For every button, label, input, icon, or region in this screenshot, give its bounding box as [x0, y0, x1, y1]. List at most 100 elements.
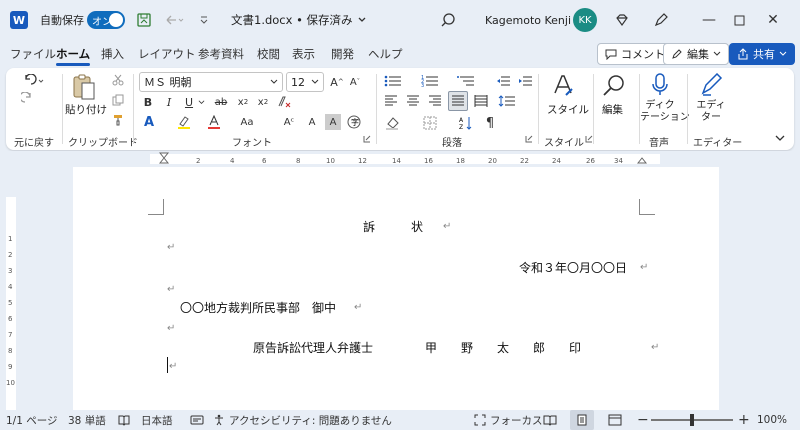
focus-button[interactable]: フォーカス: [474, 410, 543, 430]
font-color-icon[interactable]: [206, 114, 222, 130]
tab-review[interactable]: 校閲: [257, 40, 280, 68]
bold-icon[interactable]: B: [141, 94, 155, 110]
shrink-font-icon[interactable]: Aˇ: [347, 72, 363, 92]
redo-button[interactable]: [18, 90, 38, 108]
enclosed-char-icon[interactable]: 字: [346, 114, 362, 130]
edit-group-button[interactable]: 編集: [602, 102, 623, 117]
document-page[interactable]: 訴 状 ↵ ↵ 令和３年〇月〇〇日 ↵ ↵ 〇〇地方裁判所民事部 御中 ↵ ↵ …: [73, 167, 719, 410]
document-addressee[interactable]: 〇〇地方裁判所民事部 御中: [180, 299, 336, 316]
tab-layout[interactable]: レイアウト: [138, 40, 196, 68]
tab-help[interactable]: ヘルプ: [368, 40, 403, 68]
close-button[interactable]: ✕: [758, 0, 788, 40]
change-case-icon[interactable]: Aa: [236, 114, 258, 130]
microphone-icon[interactable]: [647, 72, 673, 98]
dictate-button[interactable]: ディク テーション: [640, 100, 690, 124]
shading-icon[interactable]: [382, 114, 404, 132]
bullets-icon[interactable]: [382, 72, 404, 90]
tab-view[interactable]: 表示: [292, 40, 315, 68]
decrease-indent-icon[interactable]: [494, 72, 512, 90]
word-count[interactable]: 38 単語: [68, 410, 106, 430]
comment-button[interactable]: コメント: [597, 43, 673, 65]
zoom-slider-thumb[interactable]: [690, 414, 694, 426]
phonetic-guide-icon[interactable]: Aᶜ: [281, 114, 297, 130]
share-button[interactable]: 共有: [729, 43, 795, 65]
spell-check-icon[interactable]: [118, 410, 130, 430]
undo-qat-icon[interactable]: [163, 0, 185, 40]
page-count[interactable]: 1/1 ページ: [6, 410, 58, 430]
sort-icon[interactable]: AZ: [458, 114, 474, 132]
find-icon[interactable]: [601, 72, 627, 100]
minimize-button[interactable]: —: [694, 0, 724, 40]
align-right-icon[interactable]: [426, 92, 444, 110]
styles-icon[interactable]: [551, 72, 577, 100]
text-predictions-icon[interactable]: [190, 410, 204, 430]
strikethrough-icon[interactable]: ab: [211, 94, 231, 110]
language[interactable]: 日本語: [141, 410, 173, 430]
text-effects-icon[interactable]: A: [141, 114, 157, 130]
document-signer-name[interactable]: 甲 野 太 郎 印: [425, 339, 581, 356]
horizontal-ruler[interactable]: 2 4 6 8 10 12 14 16 18 20 22 24 26 34: [0, 151, 800, 167]
line-spacing-icon[interactable]: [496, 92, 518, 110]
tab-developer[interactable]: 開発: [331, 40, 354, 68]
grow-font-icon[interactable]: A ^: [329, 72, 345, 92]
styles-button[interactable]: スタイル: [547, 102, 589, 117]
multilevel-list-icon[interactable]: [455, 72, 477, 90]
distributed-icon[interactable]: [472, 92, 490, 110]
vertical-ruler[interactable]: 1 2 3 4 5 6 7 8 9 10: [0, 167, 22, 410]
search-icon[interactable]: [440, 0, 456, 40]
subscript-icon[interactable]: x2: [235, 94, 251, 110]
chevron-down-icon[interactable]: [197, 94, 205, 110]
enclose-char-icon[interactable]: A: [304, 114, 320, 130]
document-canvas[interactable]: 訴 状 ↵ ↵ 令和３年〇月〇〇日 ↵ ↵ 〇〇地方裁判所民事部 御中 ↵ ↵ …: [22, 167, 800, 410]
print-layout-icon[interactable]: [570, 410, 594, 430]
document-heading[interactable]: 訴 状: [363, 218, 423, 235]
avatar[interactable]: KK: [573, 8, 597, 32]
undo-button[interactable]: [18, 72, 50, 90]
clear-format-icon[interactable]: [276, 94, 292, 110]
numbering-icon[interactable]: 123: [419, 72, 441, 90]
editor-button[interactable]: エディ ター: [696, 100, 726, 124]
tab-references[interactable]: 参考資料: [198, 40, 244, 68]
autosave-toggle[interactable]: オン: [87, 11, 125, 29]
collapse-ribbon-icon[interactable]: [774, 132, 786, 144]
edit-mode-button[interactable]: 編集: [663, 43, 729, 65]
zoom-in-button[interactable]: +: [738, 410, 750, 430]
read-mode-icon[interactable]: [543, 410, 557, 430]
zoom-slider[interactable]: [651, 410, 733, 430]
char-shading-icon[interactable]: A: [325, 114, 341, 130]
maximize-button[interactable]: [724, 0, 754, 40]
show-marks-icon[interactable]: ¶: [482, 114, 498, 132]
increase-indent-icon[interactable]: [516, 72, 534, 90]
font-dialog-launcher-icon[interactable]: [362, 134, 372, 144]
web-layout-icon[interactable]: [608, 410, 622, 430]
format-painter-icon[interactable]: [110, 112, 126, 128]
tab-home[interactable]: ホーム: [56, 40, 91, 68]
diamond-icon[interactable]: [614, 0, 630, 40]
highlight-icon[interactable]: [176, 114, 192, 130]
cut-icon[interactable]: [110, 72, 126, 88]
user-name[interactable]: Kagemoto Kenji: [485, 0, 571, 40]
pen-icon[interactable]: [653, 0, 669, 40]
document-signer-role[interactable]: 原告訴訟代理人弁護士: [253, 339, 373, 356]
justify-icon[interactable]: [448, 91, 468, 111]
align-center-icon[interactable]: [404, 92, 422, 110]
italic-icon[interactable]: I: [162, 94, 176, 110]
copy-icon[interactable]: [110, 92, 126, 108]
tab-insert[interactable]: 挿入: [101, 40, 124, 68]
font-name-select[interactable]: ＭＳ 明朝: [139, 72, 283, 92]
tab-file[interactable]: ファイル: [10, 40, 56, 68]
paste-button[interactable]: 貼り付け: [65, 102, 107, 117]
save-icon[interactable]: [136, 0, 152, 40]
accessibility-status[interactable]: アクセシビリティ: 問題ありません: [213, 410, 392, 430]
zoom-level[interactable]: 100%: [757, 410, 787, 430]
document-date[interactable]: 令和３年〇月〇〇日: [519, 259, 627, 276]
customize-qat-icon[interactable]: [199, 0, 209, 40]
font-size-select[interactable]: 12: [286, 72, 324, 92]
zoom-out-button[interactable]: −: [637, 410, 649, 430]
align-left-icon[interactable]: [382, 92, 400, 110]
superscript-icon[interactable]: x2: [255, 94, 271, 110]
document-title[interactable]: 文書1.docx • 保存済み: [231, 0, 367, 40]
paragraph-dialog-launcher-icon[interactable]: [524, 134, 534, 144]
editor-icon[interactable]: [698, 72, 724, 98]
underline-icon[interactable]: U: [182, 94, 196, 110]
